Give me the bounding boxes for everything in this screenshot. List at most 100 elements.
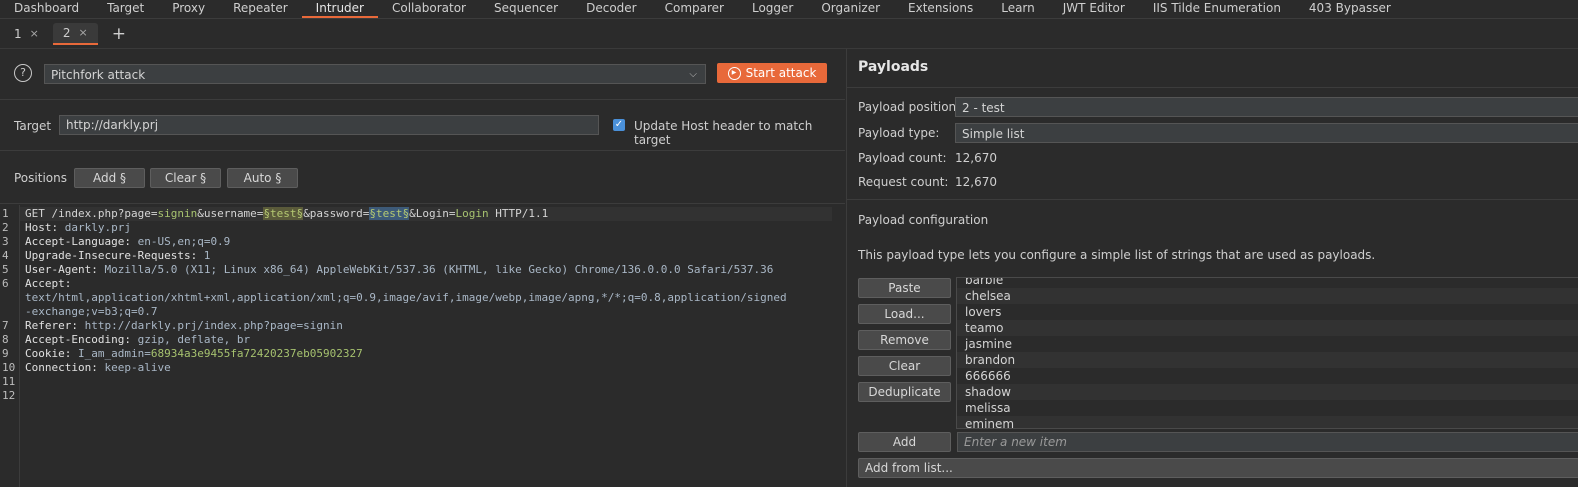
close-icon[interactable]: × xyxy=(79,22,88,44)
clear-markers-button[interactable]: Clear § xyxy=(150,168,221,188)
play-icon: ▶ xyxy=(727,66,741,80)
tab-target[interactable]: Target xyxy=(93,0,158,18)
tab-dashboard[interactable]: Dashboard xyxy=(0,0,93,18)
payload-list[interactable]: barbie chelsea lovers teamo jasmine brandon 66… xyxy=(956,277,1578,429)
tab-2[interactable]: 2 × xyxy=(52,22,98,45)
line-number: 6 xyxy=(2,277,9,290)
tab-learn[interactable]: Learn xyxy=(987,0,1049,18)
header-line[interactable]: Accept: xyxy=(25,277,71,290)
close-icon[interactable]: × xyxy=(30,23,39,45)
attack-type-select[interactable]: Pitchfork attack ⌵ xyxy=(44,64,706,84)
row-band xyxy=(957,288,1578,304)
tab-organizer[interactable]: Organizer xyxy=(807,0,894,18)
request-line[interactable]: GET /index.php?page=signin&username=§tes… xyxy=(25,207,548,220)
line-number: 9 xyxy=(2,347,9,360)
header-line[interactable]: Upgrade-Insecure-Requests: 1 xyxy=(25,249,210,262)
line-number: 2 xyxy=(2,221,9,234)
intruder-tabs: 1 × 2 × + xyxy=(0,19,1578,49)
line-gutter: 1 2 3 4 5 6 7 8 9 10 11 12 xyxy=(0,205,20,487)
header-line[interactable]: User-Agent: Mozilla/5.0 (X11; Linux x86_… xyxy=(25,263,773,276)
line-number: 10 xyxy=(2,361,16,374)
help-icon[interactable]: ? xyxy=(14,64,32,82)
tab-iis-tilde-enumeration[interactable]: IIS Tilde Enumeration xyxy=(1139,0,1295,18)
list-item[interactable]: eminem xyxy=(965,417,1014,428)
row-band xyxy=(957,320,1578,336)
payload-type-label: Payload type: xyxy=(858,126,940,140)
row-band xyxy=(957,352,1578,368)
positions-label: Positions xyxy=(14,171,67,185)
header-line[interactable]: text/html,application/xhtml+xml,applicat… xyxy=(25,291,787,304)
start-attack-label: Start attack xyxy=(745,66,817,80)
tab-repeater[interactable]: Repeater xyxy=(219,0,302,18)
payload-config-description: This payload type lets you configure a s… xyxy=(858,248,1376,262)
chevron-down-icon: ⌵ xyxy=(689,69,697,80)
payload-count-value: 12,670 xyxy=(955,151,997,165)
tab-intruder[interactable]: Intruder xyxy=(301,0,378,18)
tab-1[interactable]: 1 × xyxy=(4,23,49,45)
payload-config-title: Payload configuration xyxy=(858,213,989,227)
list-item[interactable]: lovers xyxy=(965,305,1001,319)
divider xyxy=(847,87,1578,88)
add-marker-button[interactable]: Add § xyxy=(74,168,145,188)
request-count-value: 12,670 xyxy=(955,175,997,189)
list-item[interactable]: jasmine xyxy=(965,337,1012,351)
tab-label: 2 xyxy=(62,25,71,40)
payload-position-select[interactable]: 2 - test xyxy=(955,97,1578,117)
update-host-checkbox[interactable]: ✓ xyxy=(613,119,625,131)
line-number: 4 xyxy=(2,249,9,262)
header-line[interactable]: Accept-Language: en-US,en;q=0.9 xyxy=(25,235,230,248)
deduplicate-button[interactable]: Deduplicate xyxy=(858,382,951,402)
tab-extensions[interactable]: Extensions xyxy=(894,0,987,18)
remove-button[interactable]: Remove xyxy=(858,330,951,350)
line-number: 12 xyxy=(2,389,16,402)
paste-button[interactable]: Paste xyxy=(858,278,951,298)
list-item[interactable]: brandon xyxy=(965,353,1015,367)
target-row: Target http://darkly.prj ✓ Update Host h… xyxy=(0,100,845,151)
update-host-label: Update Host header to match target xyxy=(634,119,813,147)
header-line[interactable]: Host: darkly.prj xyxy=(25,221,131,234)
request-editor[interactable]: 1 2 3 4 5 6 7 8 9 10 11 12 GET /index.php?page=sign… xyxy=(0,205,845,487)
new-item-input[interactable]: Enter a new item xyxy=(957,432,1578,452)
payload-count-label: Payload count: xyxy=(858,151,947,165)
tab-sequencer[interactable]: Sequencer xyxy=(480,0,572,18)
request-count-label: Request count: xyxy=(858,175,949,189)
tab-jwt-editor[interactable]: JWT Editor xyxy=(1049,0,1139,18)
list-item[interactable]: barbie xyxy=(965,278,1003,287)
add-from-list-select[interactable]: Add from list... xyxy=(858,458,1578,478)
row-band xyxy=(957,416,1578,428)
target-input[interactable]: http://darkly.prj xyxy=(59,115,599,135)
list-item[interactable]: melissa xyxy=(965,401,1011,415)
attack-config-panel: ? Pitchfork attack ⌵ ▶ Start attack Targ… xyxy=(0,49,845,487)
payload-type-select[interactable]: Simple list xyxy=(955,123,1578,143)
line-number: 1 xyxy=(2,207,9,220)
add-tab-icon[interactable]: + xyxy=(112,23,126,45)
auto-markers-button[interactable]: Auto § xyxy=(227,168,298,188)
tab-proxy[interactable]: Proxy xyxy=(158,0,219,18)
tab-logger[interactable]: Logger xyxy=(738,0,807,18)
list-item[interactable]: chelsea xyxy=(965,289,1011,303)
header-line[interactable]: Accept-Encoding: gzip, deflate, br xyxy=(25,333,250,346)
line-number: 3 xyxy=(2,235,9,248)
tab-403-bypasser[interactable]: 403 Bypasser xyxy=(1295,0,1405,18)
header-line[interactable]: Connection: keep-alive xyxy=(25,361,171,374)
header-line[interactable]: -exchange;v=b3;q=0.7 xyxy=(25,305,157,318)
line-number: 5 xyxy=(2,263,9,276)
add-item-button[interactable]: Add xyxy=(858,432,951,452)
tab-label: 1 xyxy=(14,26,22,41)
target-label: Target xyxy=(14,119,52,133)
clear-button[interactable]: Clear xyxy=(858,356,951,376)
positions-row: Positions Add § Clear § Auto § xyxy=(0,151,845,204)
tab-decoder[interactable]: Decoder xyxy=(572,0,651,18)
payload-marker: §test§ xyxy=(369,207,410,220)
header-line[interactable]: Referer: http://darkly.prj/index.php?pag… xyxy=(25,319,343,332)
list-item[interactable]: shadow xyxy=(965,385,1011,399)
list-item[interactable]: teamo xyxy=(965,321,1003,335)
tab-comparer[interactable]: Comparer xyxy=(651,0,738,18)
list-item[interactable]: 666666 xyxy=(965,369,1011,383)
start-attack-button[interactable]: ▶ Start attack xyxy=(717,63,827,83)
line-number: 8 xyxy=(2,333,9,346)
header-line[interactable]: Cookie: I_am_admin=68934a3e9455fa7242023… xyxy=(25,347,363,360)
tab-collaborator[interactable]: Collaborator xyxy=(378,0,480,18)
load-button[interactable]: Load... xyxy=(858,304,951,324)
attack-type-row: ? Pitchfork attack ⌵ ▶ Start attack xyxy=(0,49,845,100)
